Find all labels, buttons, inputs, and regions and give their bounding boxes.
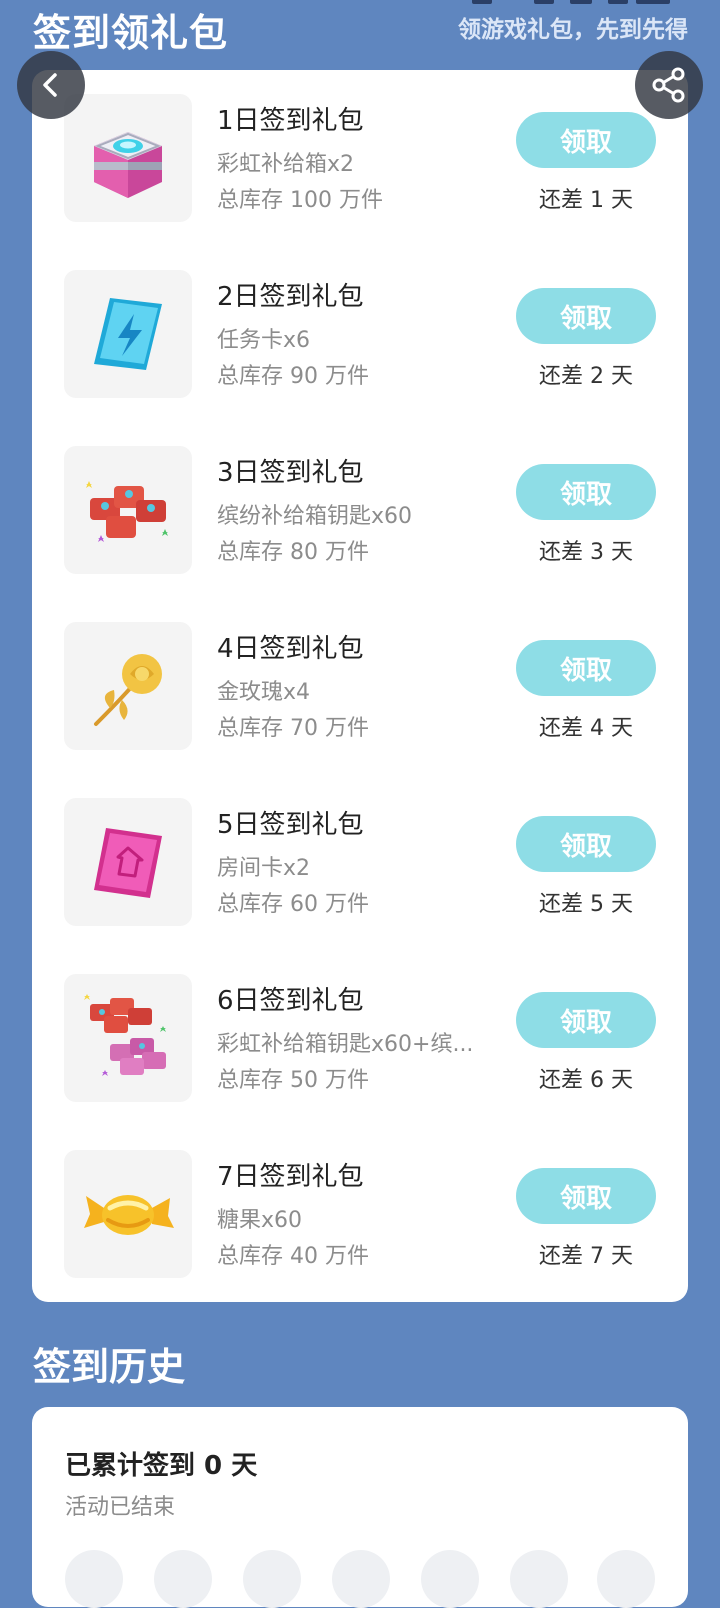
- gift-stock: 总库存 90 万件: [217, 364, 369, 389]
- history-section-title: 签到历史: [33, 1345, 186, 1389]
- days-left-label: 还差 5 天: [539, 892, 633, 917]
- gift-content: 彩虹补给箱钥匙x60+缤...: [217, 1032, 474, 1057]
- gift-stock: 总库存 70 万件: [217, 716, 369, 741]
- gift-content: 彩虹补给箱x2: [217, 152, 355, 177]
- gift-row-day-4: 4日签到礼包 金玫瑰x4 总库存 70 万件 领取 还差 4 天: [32, 622, 688, 750]
- rainbow-supply-box-icon: [94, 132, 162, 198]
- gift-stock: 总库存 50 万件: [217, 1068, 369, 1093]
- days-left-label: 还差 6 天: [539, 1068, 633, 1093]
- gift-thumbnail: [64, 798, 192, 926]
- gift-content: 任务卡x6: [217, 328, 311, 353]
- days-left-label: 还差 2 天: [539, 364, 633, 389]
- gift-thumbnail: [64, 622, 192, 750]
- history-day-marker: [597, 1550, 655, 1608]
- gift-name: 2日签到礼包: [217, 282, 364, 312]
- gift-name: 1日签到礼包: [217, 106, 364, 136]
- gift-row-day-7: 7日签到礼包 糖果x60 总库存 40 万件 领取 还差 7 天: [32, 1150, 688, 1278]
- history-day-marker: [510, 1550, 568, 1608]
- gift-stock: 总库存 60 万件: [217, 892, 369, 917]
- share-icon: [652, 67, 685, 103]
- gift-content: 房间卡x2: [217, 856, 311, 881]
- gift-stock: 总库存 40 万件: [217, 1244, 369, 1269]
- history-day-marker: [243, 1550, 301, 1608]
- gift-name: 3日签到礼包: [217, 458, 364, 488]
- gift-name: 6日签到礼包: [217, 986, 364, 1016]
- golden-rose-icon: [94, 654, 162, 726]
- gift-name: 5日签到礼包: [217, 810, 364, 840]
- claim-button[interactable]: 领取: [516, 816, 656, 872]
- share-button[interactable]: [635, 51, 703, 119]
- gift-row-day-2: 2日签到礼包 任务卡x6 总库存 90 万件 领取 还差 2 天: [32, 270, 688, 398]
- page-subtitle: 领游戏礼包，先到先得: [458, 17, 688, 43]
- gift-thumbnail: [64, 270, 192, 398]
- back-button[interactable]: [17, 51, 85, 119]
- claim-button[interactable]: 领取: [516, 464, 656, 520]
- gift-thumbnail: [64, 446, 192, 574]
- claim-button[interactable]: 领取: [516, 640, 656, 696]
- gift-thumbnail: [64, 94, 192, 222]
- gift-row-day-6: 6日签到礼包 彩虹补给箱钥匙x60+缤... 总库存 50 万件 领取 还差 6…: [32, 974, 688, 1102]
- page-title: 签到领礼包: [33, 11, 229, 55]
- gift-list-card: 1日签到礼包 彩虹补给箱x2 总库存 100 万件 领取 还差 1 天 2日签到…: [32, 70, 688, 1302]
- history-day-marker: [332, 1550, 390, 1608]
- colorful-box-keys-icon: [86, 481, 168, 542]
- history-day-marker: [421, 1550, 479, 1608]
- room-card-icon: [94, 828, 162, 898]
- gift-thumbnail: [64, 974, 192, 1102]
- gift-stock: 总库存 80 万件: [217, 540, 369, 565]
- days-left-label: 还差 7 天: [539, 1244, 633, 1269]
- activity-status: 活动已结束: [65, 1495, 176, 1520]
- mixed-keys-icon: [84, 994, 166, 1076]
- history-card: 已累计签到 0 天 活动已结束: [32, 1407, 688, 1608]
- days-left-label: 还差 1 天: [539, 188, 633, 213]
- claim-button[interactable]: 领取: [516, 288, 656, 344]
- checkin-total: 已累计签到 0 天: [65, 1451, 258, 1481]
- days-left-label: 还差 4 天: [539, 716, 633, 741]
- history-day-marker: [65, 1550, 123, 1608]
- days-left-label: 还差 3 天: [539, 540, 633, 565]
- gift-thumbnail: [64, 1150, 192, 1278]
- history-day-marker: [154, 1550, 212, 1608]
- candy-icon: [84, 1195, 174, 1235]
- gift-content: 糖果x60: [217, 1208, 303, 1233]
- gift-name: 7日签到礼包: [217, 1162, 364, 1192]
- gift-row-day-3: 3日签到礼包 缤纷补给箱钥匙x60 总库存 80 万件 领取 还差 3 天: [32, 446, 688, 574]
- gift-content: 缤纷补给箱钥匙x60: [217, 504, 413, 529]
- gift-row-day-5: 5日签到礼包 房间卡x2 总库存 60 万件 领取 还差 5 天: [32, 798, 688, 926]
- task-card-icon: [94, 298, 162, 370]
- gift-stock: 总库存 100 万件: [217, 188, 383, 213]
- gift-row-day-1: 1日签到礼包 彩虹补给箱x2 总库存 100 万件 领取 还差 1 天: [32, 94, 688, 222]
- claim-button[interactable]: 领取: [516, 112, 656, 168]
- chevron-left-icon: [43, 73, 57, 97]
- gift-content: 金玫瑰x4: [217, 680, 311, 705]
- claim-button[interactable]: 领取: [516, 992, 656, 1048]
- claim-button[interactable]: 领取: [516, 1168, 656, 1224]
- gift-name: 4日签到礼包: [217, 634, 364, 664]
